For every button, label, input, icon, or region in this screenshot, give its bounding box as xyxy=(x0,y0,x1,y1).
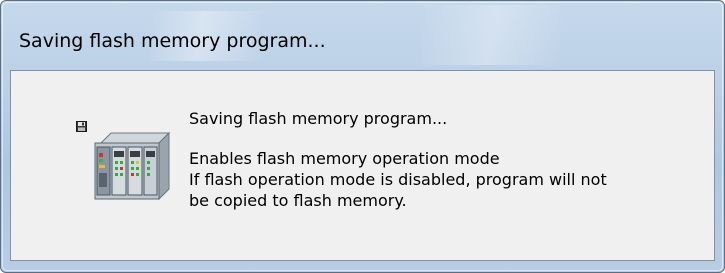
dialog-heading: Saving flash memory program... xyxy=(189,109,448,128)
dialog-content: Saving flash memory program... Enables f… xyxy=(10,70,715,261)
message-line: If flash operation mode is disabled, pro… xyxy=(189,170,607,189)
title-bar[interactable]: Saving flash memory program... xyxy=(1,1,724,69)
window-title: Saving flash memory program... xyxy=(19,30,326,52)
glass-highlight xyxy=(421,5,561,65)
plc-rack-icon xyxy=(94,131,171,201)
message-line: be copied to flash memory. xyxy=(189,191,407,210)
floppy-save-icon xyxy=(76,121,87,132)
dialog-window: Saving flash memory program... Saving fl… xyxy=(0,0,725,273)
message-line: Enables flash memory operation mode xyxy=(189,149,500,168)
